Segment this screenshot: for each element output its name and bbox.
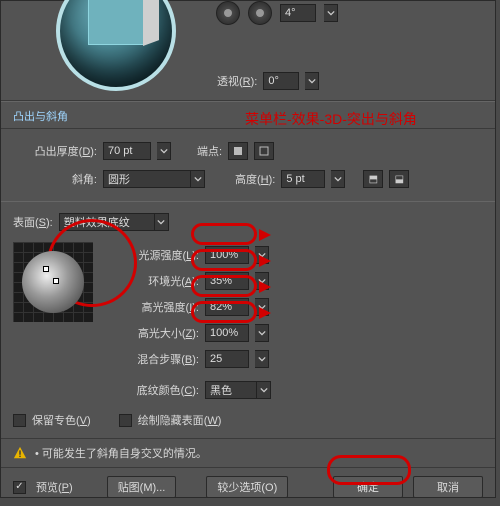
bevel-height-label: 高度(H): — [235, 171, 275, 187]
perspective-dropdown[interactable] — [305, 72, 319, 90]
highlight-size-label: 高光大小(Z): — [111, 325, 199, 341]
preserve-spot-label: 保留专色(V) — [32, 412, 91, 428]
warning-text: • 可能发生了斜角自身交叉的情况。 — [35, 445, 207, 461]
highlight-size-dropdown[interactable] — [255, 324, 269, 342]
cancel-button[interactable]: 取消 — [413, 476, 483, 498]
highlight-intensity-label: 高光强度(I): — [111, 299, 199, 315]
light-intensity-label: 光源强度(L): — [111, 247, 199, 263]
ambient-light-input[interactable] — [205, 272, 249, 290]
perspective-input[interactable] — [263, 72, 299, 90]
highlight-size-input[interactable] — [205, 324, 249, 342]
rotate-z-dial[interactable] — [216, 1, 240, 25]
highlight-intensity-input[interactable] — [205, 298, 249, 316]
cap-label: 端点: — [197, 143, 222, 159]
light-intensity-dropdown[interactable] — [255, 246, 269, 264]
angle-dropdown[interactable] — [324, 4, 338, 22]
light-intensity-input[interactable] — [205, 246, 249, 264]
highlight-intensity-dropdown[interactable] — [255, 298, 269, 316]
cap-off-icon[interactable] — [254, 142, 274, 160]
surface-label: 表面(S): — [13, 214, 53, 230]
draw-hidden-label: 绘制隐藏表面(W) — [138, 412, 222, 428]
surface-select[interactable] — [59, 213, 155, 231]
ambient-light-label: 环境光(A): — [111, 273, 199, 289]
bevel-in-icon[interactable]: ⬒ — [363, 170, 383, 188]
angle-input[interactable] — [280, 4, 316, 22]
bevel-select[interactable] — [103, 170, 191, 188]
surface-dropdown[interactable] — [155, 213, 169, 231]
blend-steps-dropdown[interactable] — [255, 350, 269, 368]
cap-on-icon[interactable] — [228, 142, 248, 160]
perspective-label: 透视(R): — [217, 73, 257, 89]
bevel-out-icon[interactable]: ⬓ — [389, 170, 409, 188]
bevel-dropdown[interactable] — [191, 170, 205, 188]
draw-hidden-checkbox[interactable] — [119, 414, 132, 427]
extrude-depth-dropdown[interactable] — [157, 142, 171, 160]
light-direction-control[interactable] — [13, 242, 93, 322]
rotate-z-dial-2[interactable] — [248, 1, 272, 25]
blend-steps-label: 混合步骤(B): — [111, 351, 199, 367]
shading-color-select[interactable] — [205, 381, 257, 399]
preview-checkbox[interactable] — [13, 481, 26, 494]
fewer-options-button[interactable]: 较少选项(O) — [206, 476, 288, 498]
bevel-label: 斜角: — [13, 171, 97, 187]
ok-button[interactable]: 确定 — [333, 476, 403, 498]
map-art-button[interactable]: 贴图(M)... — [107, 476, 177, 498]
shading-color-label: 底纹颜色(C): — [111, 382, 199, 398]
orientation-preview-area: 透视(R): — [1, 1, 495, 101]
blend-steps-input[interactable] — [205, 350, 249, 368]
preserve-spot-checkbox[interactable] — [13, 414, 26, 427]
section-extrude-bevel-title: 凸出与斜角 — [1, 101, 495, 129]
bevel-height-dropdown[interactable] — [331, 170, 345, 188]
extrude-depth-label: 凸出厚度(D): — [13, 143, 97, 159]
bevel-height-input[interactable] — [281, 170, 325, 188]
warning-icon — [13, 446, 27, 460]
extrude-depth-input[interactable] — [103, 142, 151, 160]
ambient-light-dropdown[interactable] — [255, 272, 269, 290]
orientation-preview[interactable] — [56, 0, 176, 91]
shading-color-dropdown[interactable] — [257, 381, 271, 399]
preview-label: 预览(P) — [36, 479, 73, 495]
